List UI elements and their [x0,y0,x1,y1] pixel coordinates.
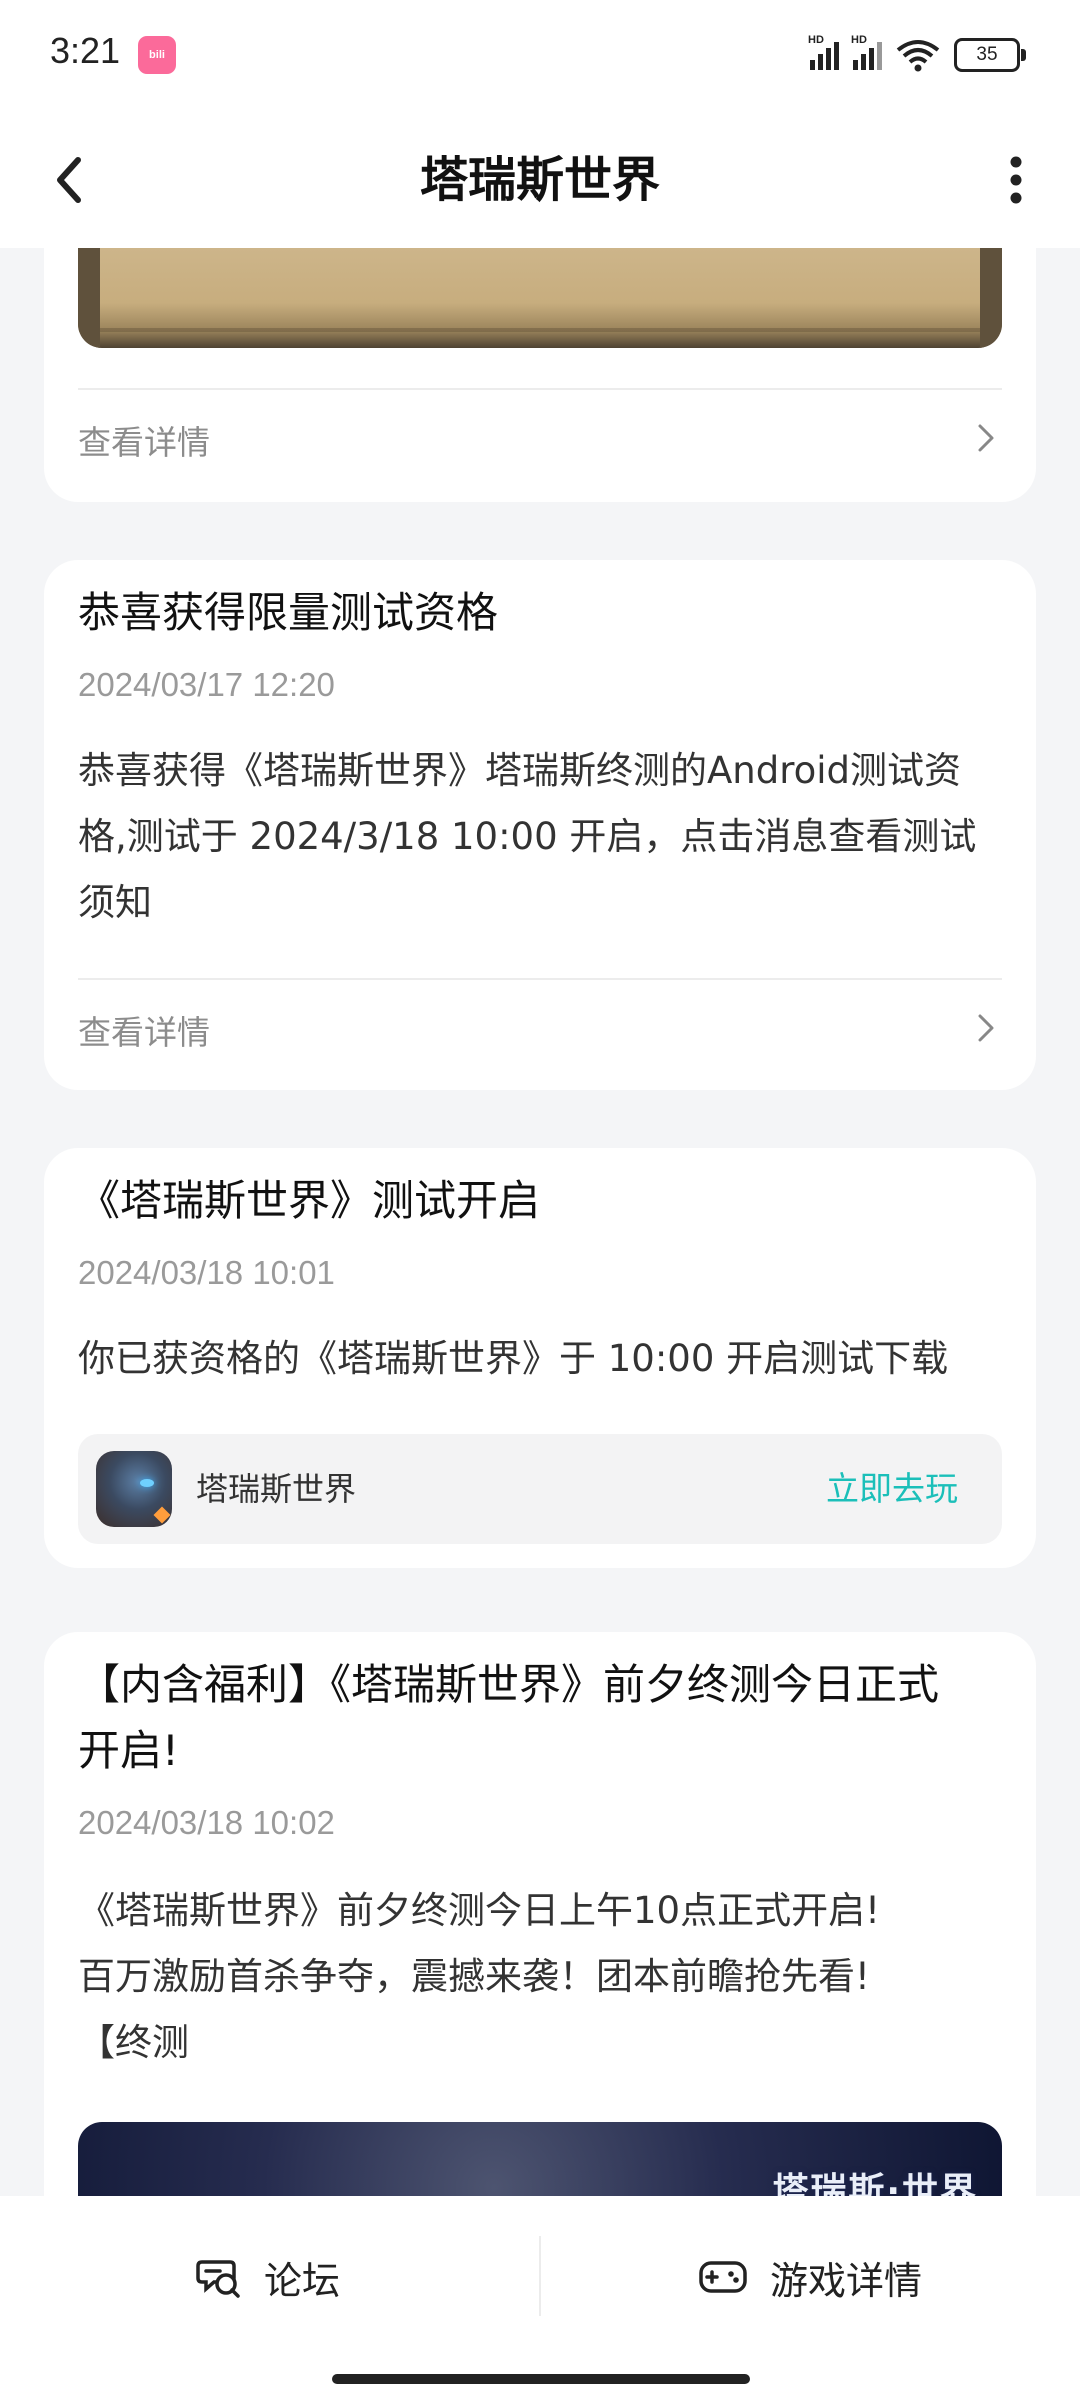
card-title: 《塔瑞斯世界》测试开启 [78,1176,541,1225]
tab-game-details[interactable]: 游戏详情 [698,2232,922,2322]
card-title-line2: 开启! [78,1726,179,1775]
status-bar: 3:21 bili HD HD 35 [0,0,1080,110]
status-time: 3:21 [50,30,121,71]
play-now-button[interactable]: 立即去玩 [826,1462,958,1510]
page-title: 塔瑞斯世界 [419,152,660,208]
game-logo: 塔瑞斯·世界 [772,2171,978,2196]
message-card[interactable]: 【内含福利】《塔瑞斯世界》前夕终测今日正式 开启! 2024/03/18 10:… [44,1632,1036,2196]
divider [78,388,1002,390]
game-app-icon [96,1451,172,1527]
cell-signal-icon: HD [808,34,839,70]
tab-forum[interactable]: 论坛 [196,2232,340,2322]
gamepad-icon [699,2261,747,2293]
card-date: 2024/03/17 12:20 [78,666,335,703]
message-card[interactable]: 《塔瑞斯世界》测试开启 2024/03/18 10:01 你已获资格的《塔瑞斯世… [44,1148,1036,1568]
battery-icon: 35 [954,38,1026,72]
tab-game-details-label: 游戏详情 [770,2258,923,2303]
card-body: 你已获资格的《塔瑞斯世界》于 10:00 开启测试下载 [78,1337,949,1380]
game-entry[interactable]: 塔瑞斯世界 立即去玩 [78,1434,1002,1544]
app-header: 塔瑞斯世界 [0,110,1080,248]
view-details-link[interactable]: 查看详情 [78,408,1002,468]
card-body: 《塔瑞斯世界》前夕终测今日上午10点正式开启! [78,1889,880,1932]
status-indicators: HD HD 35 [808,34,1026,74]
message-list[interactable]: 查看详情 恭喜获得限量测试资格 2024/03/17 12:20 恭喜获得《塔瑞… [0,248,1080,2196]
card-title: 【内含福利】《塔瑞斯世界》前夕终测今日正式 [78,1660,940,1709]
chevron-right-icon [978,1014,994,1042]
card-body: 恭喜获得《塔瑞斯世界》塔瑞斯终测的Android测试资格,测试于 2024/3/… [78,749,977,924]
game-name: 塔瑞斯世界 [196,1470,357,1508]
view-details-label: 查看详情 [78,423,210,462]
message-card[interactable]: 恭喜获得限量测试资格 2024/03/17 12:20 恭喜获得《塔瑞斯世界》塔… [44,560,1036,1090]
message-card: 查看详情 [44,248,1036,502]
more-options-icon[interactable] [984,140,1044,220]
card-image [78,248,1002,348]
tab-forum-label: 论坛 [264,2258,341,2303]
home-indicator[interactable] [332,2374,750,2384]
view-details-link[interactable]: 查看详情 [78,998,1002,1058]
news-banner-image: 塔瑞斯·世界 [78,2122,1002,2196]
bottom-tab-bar: 论坛 游戏详情 [0,2196,1080,2400]
card-body-line2: 百万激励首杀争夺，震撼来袭！团本前瞻抢先看! [78,1955,870,1998]
card-body-line3: 【终测 [78,2021,189,2064]
view-details-label: 查看详情 [78,1013,210,1052]
cell-signal-icon-2: HD [851,34,882,70]
bilibili-notification-icon: bili [138,36,176,74]
wifi-icon [896,40,940,72]
chevron-right-icon [978,424,994,452]
card-date: 2024/03/18 10:01 [78,1254,335,1291]
divider [78,978,1002,980]
card-date: 2024/03/18 10:02 [78,1804,335,1841]
tab-separator [539,2236,541,2316]
chat-icon [196,2260,240,2298]
card-title: 恭喜获得限量测试资格 [78,588,499,637]
